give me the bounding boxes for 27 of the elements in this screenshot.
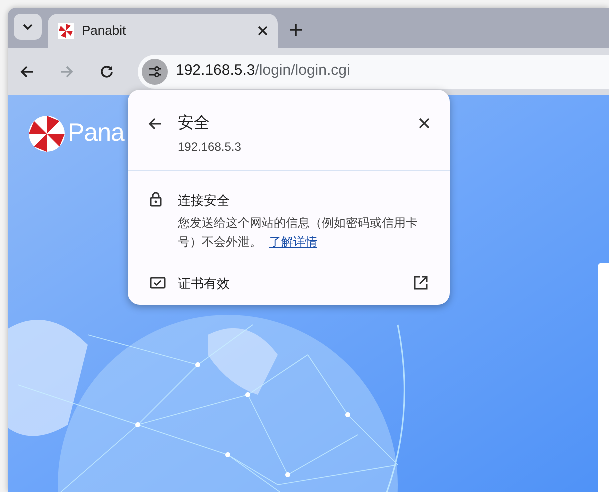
tab-search-button[interactable] bbox=[14, 14, 42, 40]
browser-tab[interactable]: Panabit bbox=[48, 14, 278, 48]
back-arrow-icon[interactable] bbox=[148, 117, 162, 131]
umbrella-logo-icon bbox=[58, 23, 74, 39]
lock-icon bbox=[150, 192, 162, 207]
external-link-icon[interactable] bbox=[414, 276, 428, 290]
certificate-check-icon bbox=[150, 277, 166, 290]
close-icon[interactable] bbox=[419, 118, 430, 129]
logo-text: Pana bbox=[68, 118, 124, 150]
url-text: 192.168.5.3/login/login.cgi bbox=[176, 61, 350, 82]
back-arrow-icon[interactable] bbox=[20, 64, 34, 78]
connection-description: 您发送给这个网站的信息（例如密码或信用卡号）不会外泄。 了解详情 bbox=[178, 214, 418, 250]
new-tab-icon[interactable] bbox=[290, 24, 302, 36]
chevron-down-icon bbox=[23, 24, 33, 30]
certificate-label: 证书有效 bbox=[178, 274, 231, 292]
address-bar[interactable]: 192.168.5.3/login/login.cgi bbox=[138, 54, 609, 88]
learn-more-link[interactable]: 了解详情 bbox=[269, 234, 318, 248]
certificate-row[interactable]: 证书有效 bbox=[128, 274, 450, 293]
popup-title: 安全 bbox=[178, 114, 211, 134]
tab-title: Panabit bbox=[82, 22, 128, 40]
site-settings-button[interactable] bbox=[142, 58, 168, 84]
connection-heading: 连接安全 bbox=[178, 192, 231, 210]
popup-host: 192.168.5.3 bbox=[178, 139, 242, 156]
tune-icon bbox=[148, 66, 162, 78]
reload-icon[interactable] bbox=[100, 64, 114, 78]
umbrella-logo-icon bbox=[28, 115, 66, 153]
close-icon[interactable] bbox=[258, 26, 268, 36]
